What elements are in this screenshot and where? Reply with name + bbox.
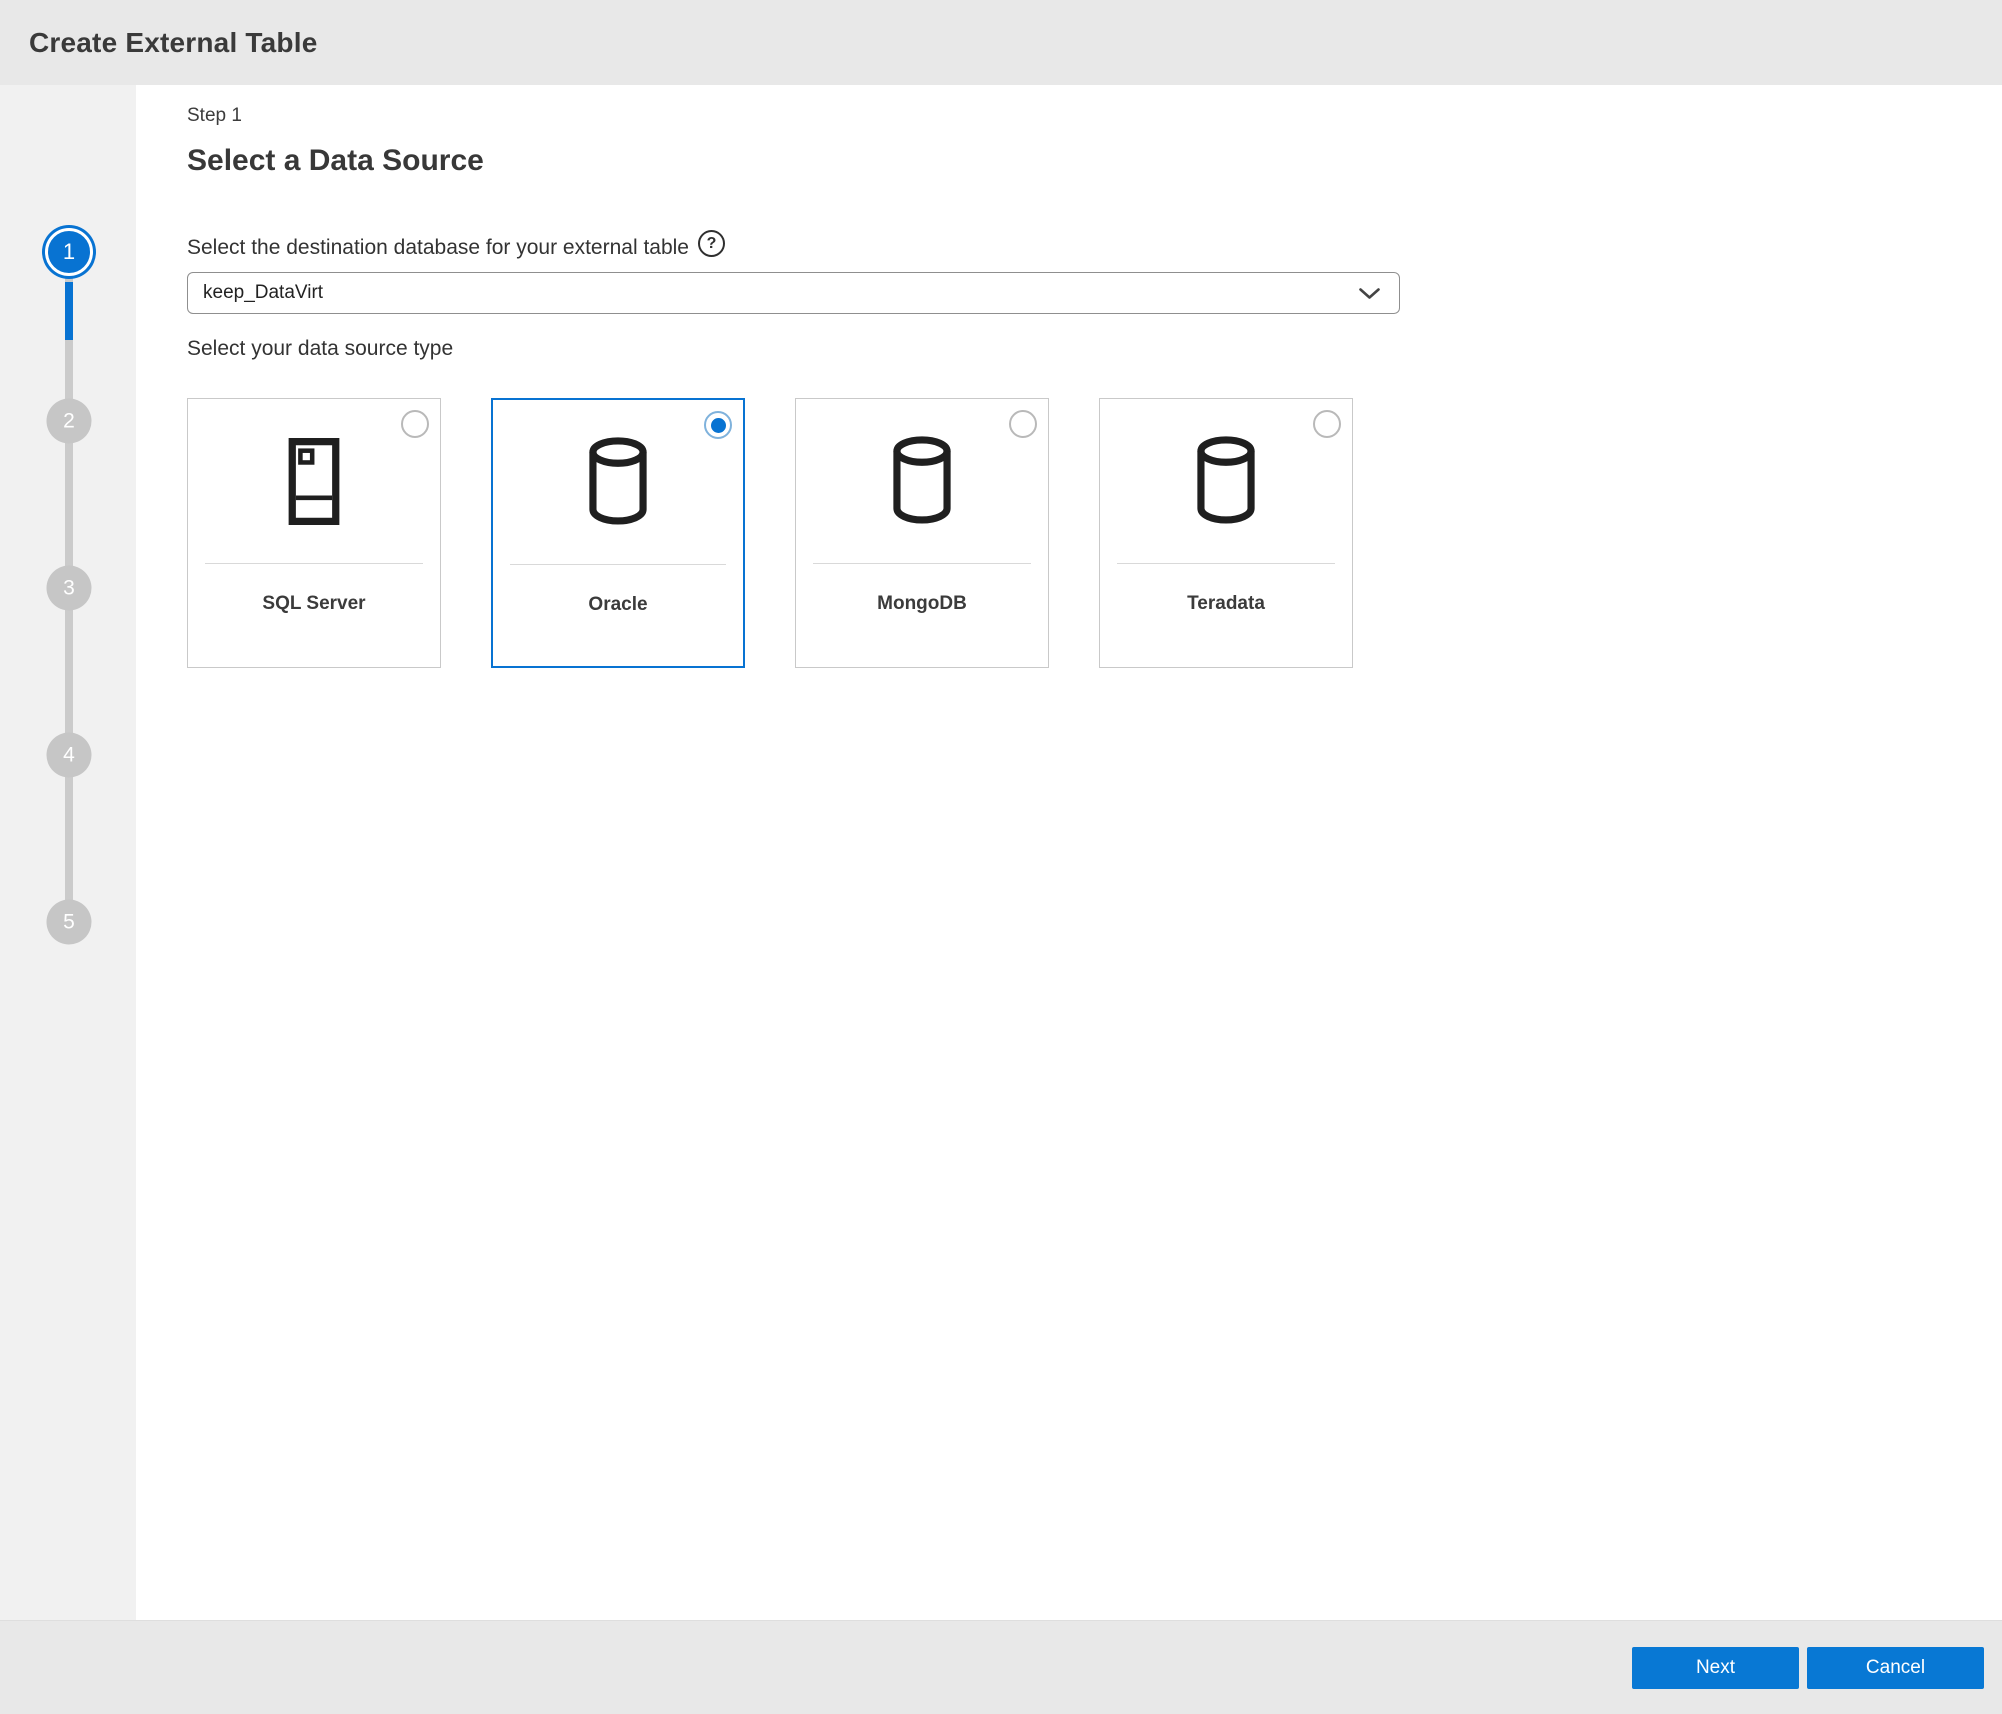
radio-button[interactable] (1009, 410, 1037, 438)
card-separator (1117, 563, 1335, 564)
destination-database-select[interactable]: keep_DataVirt (187, 272, 1400, 314)
card-separator (510, 564, 726, 565)
step-number: 2 (63, 409, 75, 433)
wizard-page-content: Step 1 Select a Data Source Select the d… (136, 85, 2002, 1620)
stepper-track-progress (65, 282, 73, 340)
dialog-titlebar: Create External Table (0, 0, 2002, 85)
source-card-teradata[interactable]: Teradata (1099, 398, 1353, 668)
wizard-stepper-sidebar: 1 2 3 4 5 (0, 85, 136, 1620)
source-card-label: MongoDB (796, 593, 1048, 615)
card-separator (813, 563, 1031, 564)
data-source-cards: SQL Server Oracle (187, 398, 2002, 668)
step-indicator-5[interactable]: 5 (47, 900, 92, 945)
chevron-down-icon (1358, 287, 1381, 300)
step-number: 1 (63, 239, 75, 265)
cancel-button[interactable]: Cancel (1807, 1647, 1984, 1689)
question-mark-icon[interactable]: ? (698, 230, 725, 257)
source-card-label: Oracle (493, 594, 743, 616)
step-number: 5 (63, 910, 75, 934)
database-field-label: Select the destination database for your… (187, 234, 689, 261)
step-label: Step 1 (187, 105, 2002, 127)
radio-button[interactable] (401, 410, 429, 438)
create-external-table-dialog: Create External Table 1 2 3 4 5 Step 1 S… (0, 0, 2002, 1714)
step-number: 3 (63, 576, 75, 600)
radio-button[interactable] (1313, 410, 1341, 438)
dialog-title: Create External Table (29, 27, 317, 59)
source-card-mongodb[interactable]: MongoDB (795, 398, 1049, 668)
source-card-label: SQL Server (188, 593, 440, 615)
database-field-label-row: Select the destination database for your… (187, 234, 2002, 261)
step-indicator-1[interactable]: 1 (45, 228, 93, 276)
destination-database-value: keep_DataVirt (203, 282, 323, 304)
source-card-label: Teradata (1100, 593, 1352, 615)
step-indicator-2[interactable]: 2 (47, 399, 92, 444)
dialog-footer: Next Cancel (0, 1620, 2002, 1714)
next-button[interactable]: Next (1632, 1647, 1799, 1689)
step-indicator-4[interactable]: 4 (47, 733, 92, 778)
card-separator (205, 563, 423, 564)
source-card-oracle[interactable]: Oracle (491, 398, 745, 668)
source-card-sql-server[interactable]: SQL Server (187, 398, 441, 668)
step-number: 4 (63, 743, 75, 767)
page-title: Select a Data Source (187, 144, 2002, 178)
step-indicator-3[interactable]: 3 (47, 566, 92, 611)
source-type-label: Select your data source type (187, 337, 2002, 361)
radio-button[interactable] (704, 411, 732, 439)
